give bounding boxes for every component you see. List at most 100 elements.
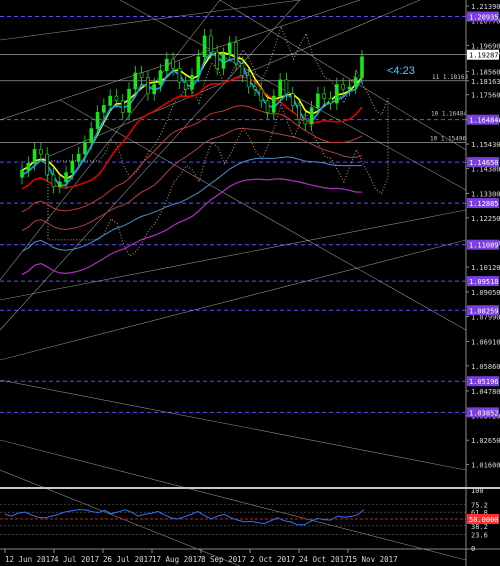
level-price-label: 1.20935 bbox=[469, 14, 499, 22]
candle-body bbox=[246, 74, 251, 88]
candle-body bbox=[215, 51, 219, 69]
trend-line bbox=[59, 99, 467, 331]
candle-body bbox=[20, 169, 24, 178]
candle-body bbox=[196, 56, 201, 76]
level-price-label: 1.12885 bbox=[469, 200, 499, 208]
candle-body bbox=[234, 42, 238, 64]
price-tick-label: 1.13300 bbox=[471, 190, 500, 198]
date-axis: 12 Jun 2017 4 Jul 2017 26 Jul 2017 17 Aug 2… bbox=[4, 549, 398, 564]
candle-body bbox=[335, 84, 339, 104]
candle-body bbox=[272, 95, 276, 113]
candle-body bbox=[64, 172, 68, 183]
price-axis: 1.213901.207701.196901.192871.185601.181… bbox=[465, 0, 500, 566]
candle-body bbox=[95, 112, 100, 129]
date-tick-label: 8 Sep 2017 bbox=[201, 555, 246, 564]
price-tick-label: 1.06910 bbox=[471, 339, 500, 347]
candle-body bbox=[265, 100, 270, 113]
level-price-label: 1.05196 bbox=[469, 378, 499, 386]
ma-purple bbox=[21, 178, 363, 276]
current-price-label: 1.19287 bbox=[469, 52, 499, 60]
candle-body bbox=[70, 160, 75, 173]
candle-body bbox=[152, 84, 157, 95]
candle-body bbox=[45, 153, 49, 176]
trend-line bbox=[0, 209, 467, 301]
candle-body bbox=[127, 88, 131, 113]
price-chart[interactable]: 11 1.18163 10 1.16484 10 1.15496 1.21390 1.… bbox=[0, 0, 500, 566]
rsi-level-label: 50.0000 bbox=[469, 516, 499, 524]
price-tick-label: 1.10120 bbox=[471, 264, 500, 272]
level-annotation: 11 1.18163 bbox=[432, 74, 469, 81]
date-tick-label: 15 Nov 2017 bbox=[348, 555, 398, 564]
candle-body bbox=[303, 119, 308, 125]
candle-body bbox=[297, 105, 301, 120]
candle-body bbox=[316, 93, 320, 109]
candle-body bbox=[209, 35, 213, 53]
candle-body bbox=[328, 98, 333, 104]
candle-body bbox=[240, 63, 245, 76]
candle-body bbox=[51, 174, 56, 187]
price-tick-label: 1.18560 bbox=[471, 69, 500, 77]
price-tick-label: 1.04780 bbox=[471, 388, 500, 396]
candle-body bbox=[26, 163, 31, 171]
level-price-label: 1.03852 bbox=[469, 409, 499, 417]
candle-body bbox=[284, 79, 289, 95]
level-price-label: 1.09518 bbox=[469, 278, 499, 286]
trend-line bbox=[0, 379, 467, 471]
level-annotation: 10 1.15496 bbox=[430, 136, 467, 143]
candle-body bbox=[227, 42, 232, 55]
trend-line bbox=[0, 439, 467, 561]
candle-body bbox=[290, 93, 295, 106]
price-tick-label: 1.05860 bbox=[471, 363, 500, 371]
candle-body bbox=[177, 68, 182, 83]
price-tick-label: 1.15430 bbox=[471, 141, 500, 149]
trend-lines bbox=[0, 0, 467, 566]
date-tick-label: 24 Oct 2017 bbox=[299, 555, 349, 564]
candle-body bbox=[165, 58, 169, 71]
price-tick-label: 1.09050 bbox=[471, 289, 500, 297]
candle-body bbox=[32, 149, 37, 164]
trend-line bbox=[0, 0, 301, 41]
ma-slow-2 bbox=[21, 127, 363, 231]
candle-body bbox=[146, 77, 150, 95]
price-tick-label: 1.01600 bbox=[471, 462, 500, 470]
rsi-scale-label: 23.6 bbox=[471, 531, 488, 539]
trend-line bbox=[0, 0, 301, 331]
price-tick-label: 1.12250 bbox=[471, 215, 500, 223]
chart-annotations: 11 1.18163 10 1.16484 10 1.15496 bbox=[430, 74, 469, 143]
price-tick-label: 1.18163 bbox=[471, 78, 500, 86]
rsi-scale-label: 100 bbox=[471, 487, 484, 495]
candle-body bbox=[202, 35, 207, 58]
candle-body bbox=[347, 86, 352, 90]
candle-body bbox=[76, 153, 81, 162]
candle-body bbox=[309, 107, 314, 125]
rsi-subwindow: 10075.261.85038.223.6050.0000 bbox=[0, 487, 500, 553]
candle-body bbox=[39, 149, 43, 155]
level-price-label: 1.11089 bbox=[469, 242, 499, 250]
candle-body bbox=[57, 181, 62, 187]
price-tick-label: 1.19690 bbox=[471, 42, 500, 50]
date-tick-label: 12 Jun 2017 bbox=[5, 555, 55, 564]
candle-body bbox=[114, 95, 119, 102]
candle-body bbox=[278, 79, 282, 97]
trend-line bbox=[0, 0, 221, 281]
candle-body bbox=[190, 74, 194, 90]
trend-line bbox=[0, 239, 467, 361]
candle-body bbox=[139, 72, 144, 78]
candle-body bbox=[133, 72, 138, 90]
date-tick-label: 26 Jul 2017 bbox=[103, 555, 153, 564]
candle-body bbox=[108, 95, 112, 106]
level-price-label: 1.16484 bbox=[469, 117, 499, 125]
candle-body bbox=[171, 58, 175, 69]
candle-body bbox=[353, 77, 358, 88]
candle-body bbox=[158, 70, 163, 85]
price-tick-label: 1.02650 bbox=[471, 437, 500, 445]
candle-body bbox=[102, 105, 106, 113]
rsi-scale-label: 0 bbox=[471, 545, 475, 553]
candle-series bbox=[20, 28, 364, 194]
rsi-scale-label: 38.2 bbox=[471, 523, 488, 531]
date-tick-label: 4 Jul 2017 bbox=[54, 555, 99, 564]
bar-countdown: <4:23 bbox=[387, 65, 415, 77]
candle-body bbox=[259, 88, 264, 102]
price-tick-label: 1.17560 bbox=[471, 92, 500, 100]
candle-body bbox=[83, 142, 87, 155]
